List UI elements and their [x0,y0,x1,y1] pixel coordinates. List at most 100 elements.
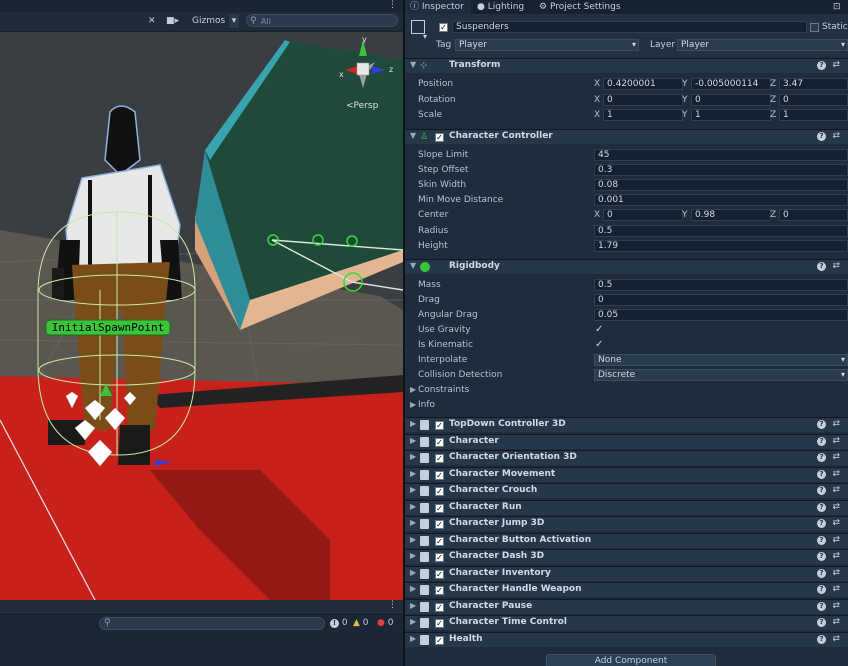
min-move-distance-field[interactable]: 0.001 [594,194,848,206]
help-icon[interactable]: ? [817,61,826,70]
help-icon[interactable]: ? [817,585,826,594]
tag-dropdown[interactable]: Player ▾ [455,39,639,51]
component-enabled-checkbox[interactable]: ✓ [435,421,444,430]
help-icon[interactable]: ? [817,486,826,495]
preset-icon[interactable]: ⇄ [832,261,840,271]
script-component-header[interactable]: ▶ ✓ Character Crouch? ⇄ [405,483,848,498]
persp-label[interactable]: <Persp [346,101,379,111]
component-enabled-checkbox[interactable]: ✓ [435,471,444,480]
component-enabled-checkbox[interactable]: ✓ [435,487,444,496]
fold-icon[interactable]: ▶ [410,551,416,560]
help-icon[interactable]: ? [817,602,826,611]
preset-icon[interactable]: ⇄ [832,452,840,462]
icon-dropdown-icon[interactable]: ▾ [423,32,427,41]
tab-lighting[interactable]: ● Lighting [477,0,524,14]
preset-icon[interactable]: ⇄ [832,502,840,512]
is-kinematic-checkbox[interactable]: ✓ [595,339,603,350]
preset-icon[interactable]: ⇄ [832,419,840,429]
script-component-header[interactable]: ▶ ✓ Character Run? ⇄ [405,500,848,515]
height-field[interactable]: 1.79 [594,240,848,252]
position-y-field[interactable]: -0.005000114 [691,78,771,90]
help-icon[interactable]: ? [817,132,826,141]
fold-icon[interactable]: ▶ [410,436,416,445]
script-component-header[interactable]: ▶ ✓ Character Jump 3D? ⇄ [405,516,848,531]
help-icon[interactable]: ? [817,262,826,271]
preset-icon[interactable]: ⇄ [832,131,840,141]
scene-viewport[interactable]: InitialSpawnPoint y x z <Persp [0,32,403,600]
scale-x-field[interactable]: 1 [603,109,683,121]
fold-icon[interactable]: ▶ [410,485,416,494]
active-checkbox[interactable]: ✓ [439,23,448,32]
skin-width-field[interactable]: 0.08 [594,179,848,191]
tab-project-settings[interactable]: ⚙ Project Settings [539,0,621,14]
script-component-header[interactable]: ▶ ✓ TopDown Controller 3D? ⇄ [405,417,848,432]
script-component-header[interactable]: ▶ ✓ Character Pause? ⇄ [405,599,848,614]
name-field[interactable]: Suspenders [452,21,807,33]
component-enabled-checkbox[interactable]: ✓ [435,438,444,447]
script-component-header[interactable]: ▶ ✓ Character Movement? ⇄ [405,467,848,482]
rotation-y-field[interactable]: 0 [691,94,771,106]
interpolate-dropdown[interactable]: None ▾ [594,354,848,366]
component-enabled-checkbox[interactable]: ✓ [435,520,444,529]
preset-icon[interactable]: ⇄ [832,485,840,495]
constraints-fold-icon[interactable]: ▶ [410,385,416,394]
mass-field[interactable]: 0.5 [594,279,848,291]
more-menu-icon[interactable]: ⋮ [388,0,397,10]
help-icon[interactable]: ? [817,470,826,479]
fold-icon[interactable]: ▶ [410,469,416,478]
scene-search-input[interactable]: ⚲ All [246,14,398,27]
scene-view[interactable]: ⋮ ✕ ■▸ Gizmos ▾ ⚲ All InitialSpawnPoint … [0,0,403,666]
fold-icon[interactable]: ▼ [410,261,416,270]
help-icon[interactable]: ? [817,635,826,644]
preset-icon[interactable]: ⇄ [832,469,840,479]
console-error-count[interactable]: ● 0 [377,617,393,630]
fold-icon[interactable]: ▶ [410,568,416,577]
component-enabled-checkbox[interactable]: ✓ [435,570,444,579]
scale-z-field[interactable]: 1 [779,109,848,121]
script-component-header[interactable]: ▶ ✓ Character Handle Weapon? ⇄ [405,582,848,597]
script-component-header[interactable]: ▶ ✓ Character Dash 3D? ⇄ [405,549,848,564]
tab-inspector[interactable]: ⓘ Inspector [405,0,471,14]
help-icon[interactable]: ? [817,519,826,528]
component-enabled-checkbox[interactable]: ✓ [435,636,444,645]
component-enabled-checkbox[interactable]: ✓ [435,619,444,628]
component-enabled-checkbox[interactable]: ✓ [435,586,444,595]
layer-dropdown[interactable]: Player ▾ [677,39,848,51]
script-component-header[interactable]: ▶ ✓ Character Time Control? ⇄ [405,615,848,630]
script-component-header[interactable]: ▶ ✓ Character Orientation 3D? ⇄ [405,450,848,465]
preset-icon[interactable]: ⇄ [832,634,840,644]
preset-icon[interactable]: ⇄ [832,568,840,578]
radius-field[interactable]: 0.5 [594,225,848,237]
constraints-foldout[interactable]: Constraints [418,385,469,395]
preset-icon[interactable]: ⇄ [832,584,840,594]
script-component-header[interactable]: ▶ ✓ Character Inventory? ⇄ [405,566,848,581]
rigidbody-header[interactable]: ▼ Rigidbody ? ⇄ [405,259,848,274]
component-enabled-checkbox[interactable]: ✓ [435,454,444,463]
console-search-input[interactable]: ⚲ [99,617,325,630]
script-component-header[interactable]: ▶ ✓ Health? ⇄ [405,632,848,647]
gizmos-dropdown-icon[interactable]: ▾ [229,14,239,28]
tools-icon[interactable]: ✕ [148,14,156,28]
use-gravity-checkbox[interactable]: ✓ [595,324,603,335]
console-warn-count[interactable]: ▲ 0 [353,617,369,630]
collision-detection-dropdown[interactable]: Discrete ▾ [594,369,848,381]
preset-icon[interactable]: ⇄ [832,535,840,545]
drag-field[interactable]: 0 [594,294,848,306]
info-fold-icon[interactable]: ▶ [410,400,416,409]
component-enabled-checkbox[interactable]: ✓ [435,133,444,142]
preset-icon[interactable]: ⇄ [832,617,840,627]
help-icon[interactable]: ? [817,536,826,545]
camera-icon[interactable]: ■▸ [166,14,179,28]
fold-icon[interactable]: ▶ [410,419,416,428]
spawn-point-label[interactable]: InitialSpawnPoint [52,321,165,334]
preset-icon[interactable]: ⇄ [832,551,840,561]
position-x-field[interactable]: 0.4200001 [603,78,683,90]
help-icon[interactable]: ? [817,420,826,429]
center-y-field[interactable]: 0.98 [691,209,771,221]
preset-icon[interactable]: ⇄ [832,60,840,70]
fold-icon[interactable]: ▶ [410,502,416,511]
help-icon[interactable]: ? [817,503,826,512]
fold-icon[interactable]: ▼ [410,131,416,140]
character-controller-header[interactable]: ▼ ♙ ✓ Character Controller ? ⇄ [405,129,848,144]
component-enabled-checkbox[interactable]: ✓ [435,537,444,546]
